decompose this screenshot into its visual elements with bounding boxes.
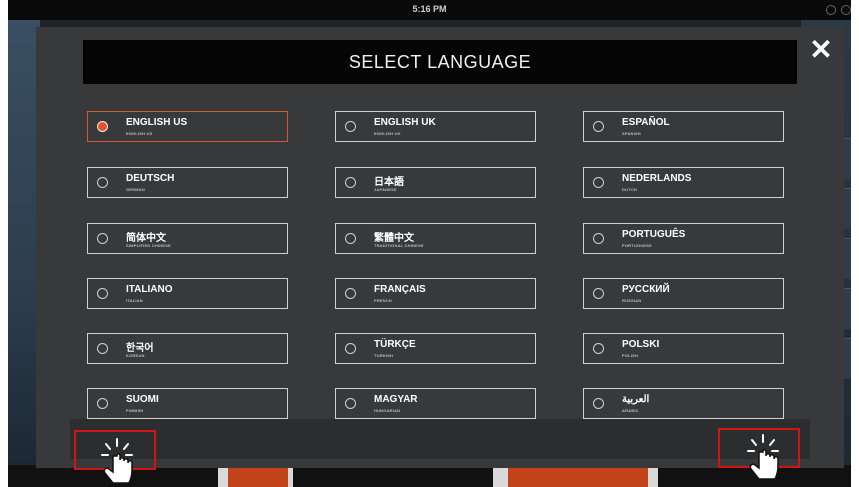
language-subtitle: RUSSIAN	[622, 298, 642, 303]
radio-icon	[593, 233, 604, 244]
language-subtitle: KOREAN	[126, 353, 145, 358]
language-name: DEUTSCH	[126, 173, 175, 184]
language-subtitle: FRENCH	[374, 298, 392, 303]
dialog-footer	[70, 419, 810, 459]
language-name: 繁體中文	[374, 233, 414, 244]
language-subtitle: ARABIC	[622, 408, 639, 413]
radio-icon	[345, 121, 356, 132]
language-name: FRANÇAIS	[374, 284, 426, 295]
radio-icon	[345, 177, 356, 188]
radio-icon	[593, 288, 604, 299]
language-subtitle: JAPANESE	[374, 187, 397, 192]
radio-icon	[593, 121, 604, 132]
language-subtitle: GERMAN	[126, 187, 145, 192]
language-name: 한국어	[126, 343, 154, 354]
language-subtitle: POLISH	[622, 353, 639, 358]
language-name: ITALIANO	[126, 284, 173, 295]
language-option[interactable]: 繁體中文 TRADITIONAL CHINESE	[335, 223, 536, 254]
radio-icon	[97, 177, 108, 188]
language-option[interactable]: 한국어 KOREAN	[87, 333, 288, 364]
alarm-icon	[841, 5, 851, 15]
language-subtitle: HUNGARIAN	[374, 408, 401, 413]
radio-icon	[97, 398, 108, 409]
language-option[interactable]: FRANÇAIS FRENCH	[335, 278, 536, 309]
language-name: ENGLISH UK	[374, 117, 436, 128]
language-subtitle: SIMPLIFIED CHINESE	[126, 243, 171, 248]
language-name: MAGYAR	[374, 394, 418, 405]
language-option[interactable]: DEUTSCH GERMAN	[87, 167, 288, 198]
language-subtitle: ITALIAN	[126, 298, 143, 303]
language-subtitle: SPANISH	[622, 131, 641, 136]
language-name: TÜRKÇE	[374, 339, 416, 350]
radio-icon	[97, 233, 108, 244]
device-screen: 5:16 PM SELECT LANGUAGE ✕ ENGLISH US ENGL…	[8, 0, 851, 487]
language-option[interactable]: ESPAÑOL SPANISH	[583, 111, 784, 142]
headset-icon	[826, 5, 836, 15]
language-subtitle: ENGLISH UK	[374, 131, 401, 136]
language-option[interactable]: 日本語 JAPANESE	[335, 167, 536, 198]
radio-icon	[593, 177, 604, 188]
language-subtitle: TURKISH	[374, 353, 394, 358]
radio-icon	[97, 288, 108, 299]
radio-icon	[97, 343, 108, 354]
status-bar: 5:16 PM	[8, 0, 851, 20]
language-option[interactable]: 简体中文 SIMPLIFIED CHINESE	[87, 223, 288, 254]
language-dialog: SELECT LANGUAGE ✕ ENGLISH US ENGLISH US EN…	[36, 27, 844, 468]
language-subtitle: ENGLISH US	[126, 131, 153, 136]
hand-tap-icon	[101, 438, 133, 484]
language-subtitle: FINNISH	[126, 408, 144, 413]
language-option[interactable]: ENGLISH US ENGLISH US	[87, 111, 288, 142]
dialog-title: SELECT LANGUAGE	[83, 40, 797, 84]
radio-icon	[345, 288, 356, 299]
language-name: POLSKI	[622, 339, 660, 350]
radio-icon	[345, 343, 356, 354]
language-name: 日本語	[374, 177, 404, 188]
language-subtitle: DUTCH	[622, 187, 637, 192]
radio-icon	[345, 233, 356, 244]
radio-icon	[97, 121, 108, 132]
language-subtitle: PORTUGUESE	[622, 243, 653, 248]
radio-icon	[345, 398, 356, 409]
language-name: ESPAÑOL	[622, 117, 670, 128]
language-name: 简体中文	[126, 233, 166, 244]
hand-tap-icon	[747, 434, 779, 480]
radio-icon	[593, 398, 604, 409]
language-option[interactable]: PORTUGUÊS PORTUGUESE	[583, 223, 784, 254]
language-option[interactable]: SUOMI FINNISH	[87, 388, 288, 419]
language-option[interactable]: العربية ARABIC	[583, 388, 784, 419]
language-option[interactable]: NEDERLANDS DUTCH	[583, 167, 784, 198]
language-option[interactable]: ITALIANO ITALIAN	[87, 278, 288, 309]
language-name: NEDERLANDS	[622, 173, 692, 184]
close-button[interactable]: ✕	[808, 36, 834, 64]
language-option[interactable]: ENGLISH UK ENGLISH UK	[335, 111, 536, 142]
language-option[interactable]: TÜRKÇE TURKISH	[335, 333, 536, 364]
language-grid: ENGLISH US ENGLISH US ENGLISH UK ENGLISH UK…	[87, 111, 784, 431]
language-subtitle: TRADITIONAL CHINESE	[374, 243, 424, 248]
language-option[interactable]: POLSKI POLISH	[583, 333, 784, 364]
language-name: SUOMI	[126, 394, 159, 405]
radio-icon	[593, 343, 604, 354]
language-option[interactable]: MAGYAR HUNGARIAN	[335, 388, 536, 419]
language-option[interactable]: РУССКИЙ RUSSIAN	[583, 278, 784, 309]
language-name: РУССКИЙ	[622, 284, 670, 295]
language-name: العربية	[622, 394, 650, 405]
language-name: ENGLISH US	[126, 117, 188, 128]
language-name: PORTUGUÊS	[622, 229, 686, 240]
status-time: 5:16 PM	[412, 4, 447, 14]
